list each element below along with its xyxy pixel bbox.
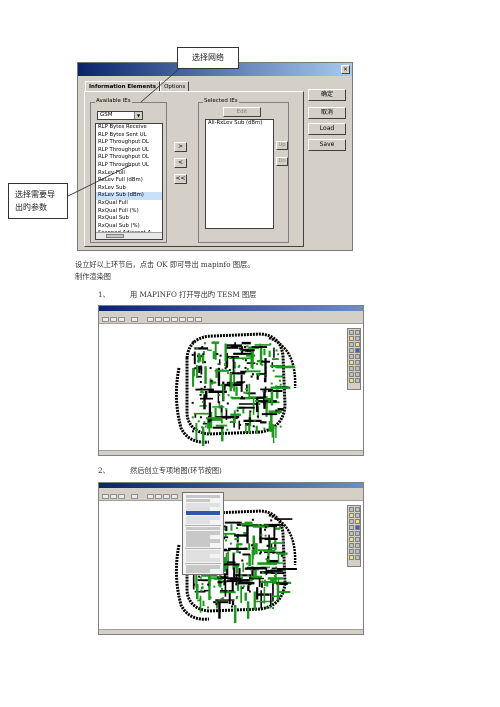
menu-item[interactable] <box>186 515 220 520</box>
mapinfo-screenshot-1 <box>98 305 364 456</box>
edit-button[interactable]: Edit <box>223 107 261 117</box>
menu-item[interactable] <box>186 507 210 511</box>
available-ie-item[interactable]: RLP Bytes Receive <box>96 124 162 132</box>
callout-select-network: 选择网络 <box>177 47 239 69</box>
selected-ies-label: Selected IEs <box>203 98 239 104</box>
close-icon[interactable]: × <box>341 65 350 74</box>
move-all-left-button[interactable]: << <box>174 174 187 184</box>
callout-select-parameters: 选择需要导出旳参数 <box>8 183 68 219</box>
available-ie-item[interactable]: RLP Throughput DL <box>96 139 162 147</box>
menu-item[interactable] <box>186 494 220 499</box>
menu-item-highlighted[interactable] <box>186 511 220 516</box>
menu-item[interactable] <box>186 520 210 524</box>
menu-item[interactable] <box>186 526 220 531</box>
menu-item[interactable] <box>186 535 210 539</box>
available-ie-item[interactable]: RxQual Sub <box>96 215 162 223</box>
available-ie-item[interactable]: RxQual Full (%) <box>96 208 162 216</box>
available-ie-item[interactable]: RxLev Full <box>96 170 162 178</box>
step-2-number: 2、 <box>98 466 110 475</box>
drive-test-map-1[interactable] <box>169 328 299 446</box>
map-dropdown-menu[interactable] <box>182 492 224 576</box>
available-ies-list[interactable]: RLP Bytes Receive RLP Bytes Sent UL RLP Th… <box>95 123 163 240</box>
step-1-text: 用 MAPINFO 打开导出旳 TESM 图层 <box>130 290 257 299</box>
toolbar-icon[interactable] <box>110 494 117 499</box>
network-combo-value: GSM <box>100 112 113 118</box>
toolbar-icon[interactable] <box>110 317 117 322</box>
app-statusbar <box>99 450 363 455</box>
toolbar-icon[interactable] <box>102 494 109 499</box>
available-ie-item[interactable]: RxLev Sub (dBm) <box>96 192 162 200</box>
available-ies-group: Available IEs GSM ▼ RLP Bytes Receive RLP… <box>90 98 167 243</box>
menu-item[interactable] <box>186 569 210 573</box>
selected-ies-group: Selected IEs Edit All-RxLev Sub (dBm) Up… <box>198 98 289 243</box>
instruction-line-1: 设立好以上环节后，点击 OK 即可导出 mapinfo 图层。 <box>75 260 255 269</box>
menu-item[interactable] <box>186 502 220 507</box>
toolbar-icon[interactable] <box>131 317 138 322</box>
down-button[interactable]: Dn <box>276 157 288 166</box>
menu-item[interactable] <box>186 554 210 558</box>
available-ie-item[interactable]: RLP Throughput DL <box>96 154 162 162</box>
available-list-scrollbar[interactable] <box>96 232 162 239</box>
step-2-text: 然后创立专项地图(环节按图) <box>130 466 222 475</box>
toolbar-icon[interactable] <box>147 317 154 322</box>
scrollbar-thumb[interactable] <box>106 234 124 238</box>
toolbar-icon[interactable] <box>163 494 170 499</box>
available-ie-item[interactable]: RxQual Full <box>96 200 162 208</box>
toolbar-icon[interactable] <box>195 317 202 322</box>
chevron-down-icon[interactable]: ▼ <box>134 112 142 119</box>
toolbar-icon[interactable] <box>131 494 138 499</box>
available-ie-item[interactable]: RxLev Sub <box>96 185 162 193</box>
menu-item[interactable] <box>186 558 220 563</box>
ok-button[interactable]: 确定 <box>308 89 346 101</box>
toolbar-icon[interactable] <box>179 317 186 322</box>
toolbar-icon[interactable] <box>118 494 125 499</box>
tab-panel: Available IEs GSM ▼ RLP Bytes Receive RLP… <box>84 91 304 247</box>
toolbar-icon[interactable] <box>171 494 178 499</box>
available-ie-item[interactable]: RLP Throughput UL <box>96 162 162 170</box>
load-button[interactable]: Load <box>308 123 346 135</box>
selected-ie-item[interactable]: All-RxLev Sub (dBm) <box>206 120 273 128</box>
available-ie-item[interactable]: RxQual Sub (%) <box>96 223 162 231</box>
save-button[interactable]: Save <box>308 139 346 151</box>
available-ies-label: Available IEs <box>95 98 132 104</box>
up-button[interactable]: Up <box>276 141 288 150</box>
export-dialog-screenshot: × Information Elements Options Available… <box>77 62 353 251</box>
cancel-button[interactable]: 取消 <box>308 107 346 119</box>
available-ie-item[interactable]: RLP Throughput UL <box>96 147 162 155</box>
move-left-button[interactable]: < <box>174 158 187 168</box>
menu-item[interactable] <box>186 565 220 569</box>
toolbar-icon[interactable] <box>187 317 194 322</box>
menu-item[interactable] <box>186 543 210 548</box>
tool-palette[interactable] <box>347 505 361 567</box>
toolbar-icon[interactable] <box>163 317 170 322</box>
toolbar-icon[interactable] <box>155 317 162 322</box>
available-ie-item[interactable]: RLP Bytes Sent UL <box>96 132 162 140</box>
toolbar-icon[interactable] <box>155 494 162 499</box>
toolbar-icon[interactable] <box>118 317 125 322</box>
app-toolbar <box>99 493 363 501</box>
toolbar-icon[interactable] <box>147 494 154 499</box>
tool-palette[interactable] <box>347 328 361 390</box>
app-statusbar <box>99 629 363 634</box>
menu-item[interactable] <box>186 550 220 554</box>
menu-item[interactable] <box>186 539 220 543</box>
network-combo[interactable]: GSM ▼ <box>97 111 143 120</box>
menu-item[interactable] <box>186 498 210 503</box>
section-heading-render: 制作渲染图 <box>75 272 111 281</box>
mapinfo-screenshot-2 <box>98 482 364 635</box>
move-right-button[interactable]: > <box>174 142 187 152</box>
step-1-number: 1、 <box>98 290 110 299</box>
toolbar-icon[interactable] <box>171 317 178 322</box>
app-toolbar <box>99 316 363 324</box>
toolbar-icon[interactable] <box>102 317 109 322</box>
available-ie-item[interactable]: RxLev Full (dBm) <box>96 177 162 185</box>
menu-item[interactable] <box>186 530 220 535</box>
selected-ies-list[interactable]: All-RxLev Sub (dBm) <box>205 119 274 229</box>
